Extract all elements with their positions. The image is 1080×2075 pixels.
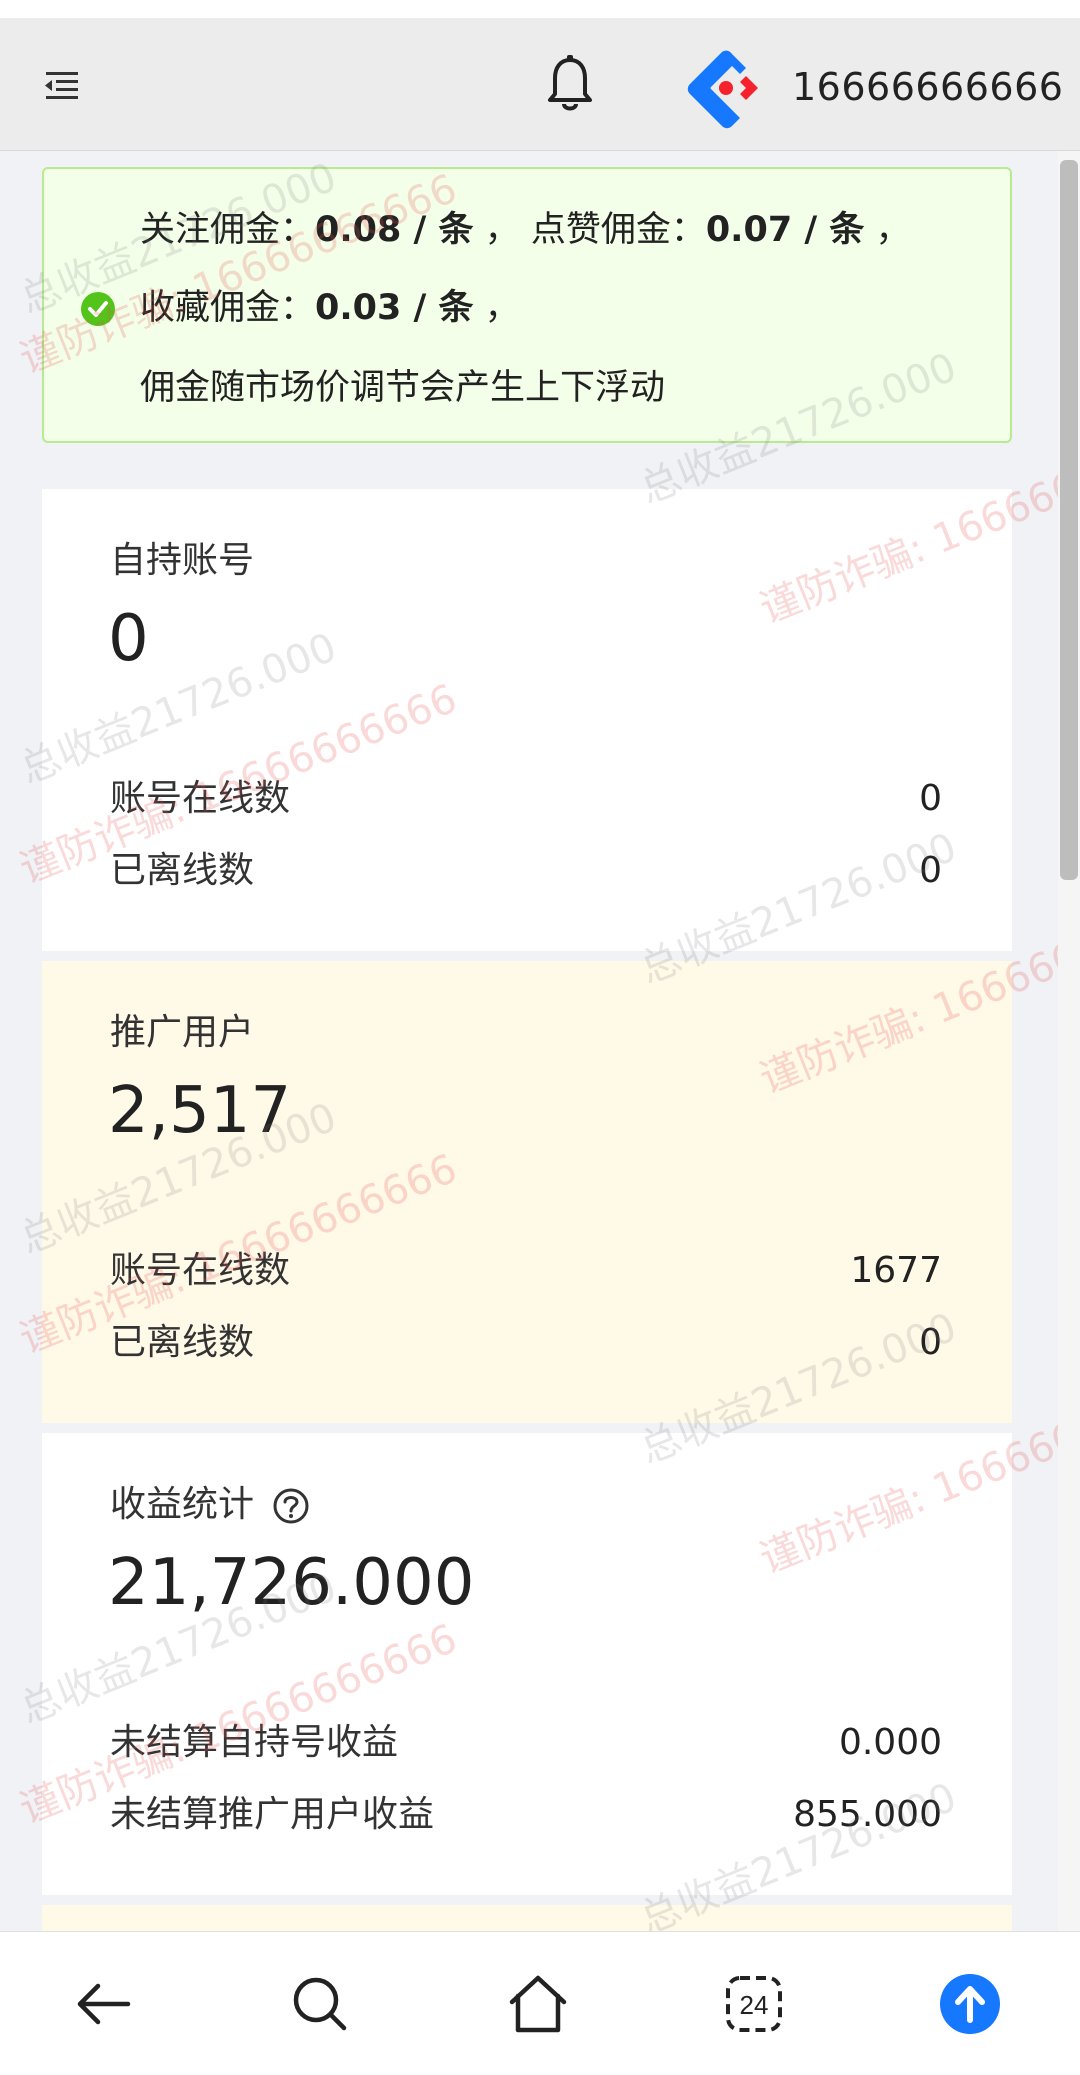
ant-design-logo	[684, 46, 768, 130]
alert-note: 佣金随市场价调节会产生上下浮动	[140, 368, 666, 408]
row-label: 账号在线数	[110, 1250, 291, 1291]
tabs-count: 24	[740, 1990, 769, 2020]
row-value: 0	[919, 778, 942, 819]
promoted-users-card: 推广用户 2,517 账号在线数 1677 已离线数 0	[42, 961, 1012, 1423]
card-value: 0	[108, 602, 149, 676]
browser-bottom-nav: 24	[0, 1931, 1080, 2075]
earnings-stats-card: 收益统计 21,726.000 未结算自持号收益 0.000 未结算推广用户收益…	[42, 1433, 1012, 1895]
row-label: 未结算推广用户收益	[110, 1794, 435, 1835]
follow-commission-value: 0.08 / 条	[315, 210, 474, 250]
separator: ，	[864, 210, 911, 250]
alert-line-1: 关注佣金：0.08 / 条 ， 点赞佣金：0.07 / 条 ，	[140, 207, 910, 253]
row-value: 0	[919, 850, 942, 891]
next-card	[42, 1905, 1012, 1931]
top-header: 16666666666	[0, 18, 1080, 151]
row-label: 未结算自持号收益	[110, 1722, 399, 1763]
menu-fold-icon[interactable]	[40, 66, 84, 104]
back-arrow-icon[interactable]	[72, 1972, 136, 2036]
row-value: 0.000	[838, 1722, 942, 1763]
scrollbar-thumb[interactable]	[1060, 160, 1078, 880]
question-circle-icon[interactable]	[272, 1487, 310, 1525]
home-icon[interactable]	[506, 1972, 570, 2036]
commission-alert: 关注佣金：0.08 / 条 ， 点赞佣金：0.07 / 条 ， 收藏佣金：0.0…	[42, 167, 1012, 443]
bell-icon[interactable]	[546, 54, 594, 116]
row-label: 已离线数	[110, 1322, 255, 1363]
separator: ，	[473, 210, 520, 250]
card-title: 推广用户	[110, 1012, 255, 1053]
follow-commission-label: 关注佣金：	[140, 210, 316, 250]
row-value: 1677	[850, 1250, 942, 1291]
status-bar	[0, 0, 1080, 18]
card-title: 收益统计	[110, 1484, 255, 1525]
check-circle-icon	[80, 291, 116, 327]
collect-commission-label: 收藏佣金：	[140, 288, 316, 328]
main-content: 关注佣金：0.08 / 条 ， 点赞佣金：0.07 / 条 ， 收藏佣金：0.0…	[0, 151, 1080, 1931]
self-accounts-card: 自持账号 0 账号在线数 0 已离线数 0	[42, 489, 1012, 951]
like-commission-value: 0.07 / 条	[705, 210, 865, 250]
user-phone[interactable]: 16666666666	[792, 64, 1063, 110]
separator: ，	[473, 288, 520, 328]
row-value: 0	[919, 1322, 942, 1363]
card-value: 2,517	[108, 1074, 292, 1148]
tabs-icon[interactable]: 24	[722, 1972, 786, 2036]
row-value: 855.000	[793, 1794, 942, 1835]
card-title: 自持账号	[110, 540, 255, 581]
card-value: 21,726.000	[108, 1546, 475, 1620]
row-label: 账号在线数	[110, 778, 291, 819]
search-icon[interactable]	[288, 1972, 352, 2036]
upload-icon[interactable]	[938, 1972, 1002, 2036]
alert-line-2: 收藏佣金：0.03 / 条 ，	[140, 285, 520, 331]
like-commission-label: 点赞佣金：	[530, 210, 706, 250]
collect-commission-value: 0.03 / 条	[315, 288, 474, 328]
row-label: 已离线数	[110, 850, 255, 891]
